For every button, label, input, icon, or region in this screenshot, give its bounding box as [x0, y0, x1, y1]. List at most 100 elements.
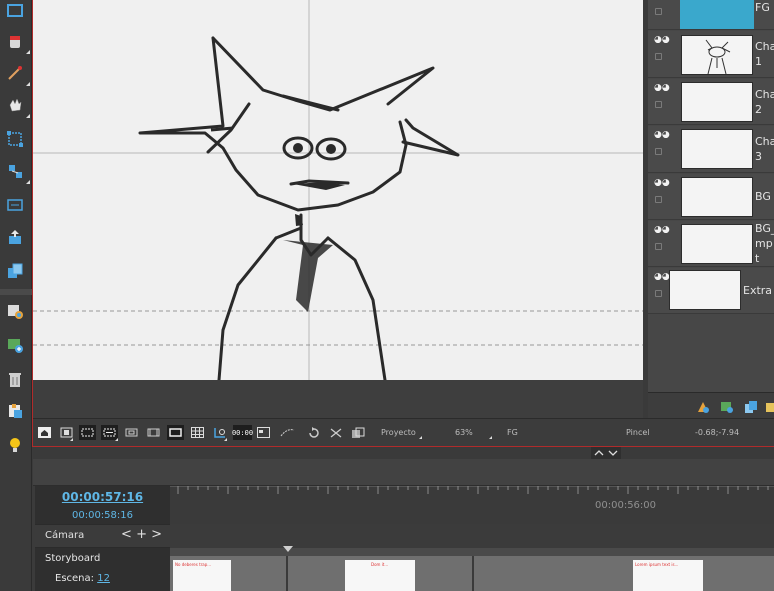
panel-thumbnail[interactable]: Lorem ipsum text is...	[633, 560, 703, 591]
grid-button[interactable]	[189, 425, 206, 440]
lock-icon[interactable]	[655, 290, 662, 297]
layer-thumbnail	[681, 35, 753, 75]
ruler-time-label: 00:00:56:00	[595, 500, 657, 511]
hand-tool-button[interactable]	[4, 94, 30, 118]
collapse-arrows-icon[interactable]	[591, 447, 621, 459]
layer-name: BG	[755, 190, 771, 203]
paint-bucket-icon	[10, 36, 20, 48]
layer-thumbnail	[669, 270, 741, 310]
timeline-header	[33, 447, 774, 459]
light-table-button[interactable]	[349, 425, 366, 440]
layer-thumbnail	[680, 0, 754, 29]
storyboard-track[interactable]: No deberes trap... Dom it... Lorem ipsum…	[170, 524, 774, 591]
layer-row-fg[interactable]: FG	[648, 0, 774, 30]
layer-row-bg-mpt[interactable]: ◕◕ BG_ mp t	[648, 221, 774, 267]
crop-tool-button[interactable]	[4, 194, 26, 216]
copy-tool-button[interactable]	[4, 260, 26, 282]
lock-icon[interactable]	[655, 53, 662, 60]
zoom-dropdown[interactable]: 63%	[455, 428, 473, 437]
trash-icon	[9, 373, 21, 387]
character-thumbnail-icon	[705, 39, 731, 75]
visibility-icon[interactable]: ◕◕	[654, 35, 670, 45]
clip-separator	[286, 556, 288, 591]
export-icon	[9, 230, 21, 244]
layer-thumbnail	[681, 82, 753, 122]
add-panel-button[interactable]	[4, 300, 26, 322]
camera-track[interactable]	[170, 546, 774, 556]
panel-thumbnail[interactable]: Dom it...	[345, 560, 415, 591]
camera-track-header[interactable]: Cámara < + >	[35, 524, 170, 548]
drawing-canvas[interactable]	[33, 0, 643, 380]
frame-icon	[125, 428, 138, 437]
add-image-icon	[8, 339, 23, 353]
layer-row-cha-2[interactable]: ◕◕ Cha 2	[648, 79, 774, 125]
tips-button[interactable]	[4, 434, 26, 456]
harmony-workspace: FG ◕◕ Cha 1 ◕◕ Cha 2 ◕◕ Cha 3 ◕◕ BG ◕◕ B…	[0, 0, 774, 591]
duplicate-layer-button[interactable]	[744, 399, 758, 413]
visibility-icon[interactable]: ◕◕	[654, 130, 670, 140]
timecode-button[interactable]: 00:00	[231, 425, 254, 440]
scope-dropdown[interactable]: Proyecto	[381, 428, 416, 437]
dropper-tool-button[interactable]	[4, 62, 30, 86]
timeline-toolbar	[33, 459, 774, 486]
delete-button[interactable]	[4, 368, 26, 390]
visibility-icon[interactable]: ◕◕	[654, 225, 670, 235]
reset-view-button[interactable]	[305, 425, 322, 440]
onion-skin-button[interactable]	[123, 425, 140, 440]
add-vector-layer-button[interactable]	[696, 399, 710, 413]
character-drawing	[33, 0, 643, 380]
transform-tool-button[interactable]	[4, 128, 26, 150]
layer-row-bg[interactable]: ◕◕ BG	[648, 174, 774, 220]
library-button[interactable]	[4, 400, 26, 422]
scene-label-text: Escena:	[55, 573, 95, 584]
visibility-icon[interactable]: ◕◕	[654, 178, 670, 188]
panel-thumbnail[interactable]: No deberes trap...	[173, 560, 231, 591]
coordinates-readout: -0.68;-7.94	[695, 428, 740, 437]
layer-name: Cha 1	[755, 40, 774, 68]
panel-caption: Lorem ipsum text is...	[635, 562, 679, 567]
current-tool-label: Pincel	[626, 428, 650, 437]
motion-path-button[interactable]	[279, 425, 296, 440]
add-image-button[interactable]	[4, 334, 26, 356]
grid-overlay-button[interactable]	[101, 425, 118, 441]
pegs-tool-button[interactable]	[4, 160, 30, 184]
layer-thumbnail	[681, 224, 753, 264]
visibility-icon[interactable]: ◕◕	[654, 83, 670, 93]
visibility-icon[interactable]: ◕◕	[654, 272, 670, 282]
export-tool-button[interactable]	[4, 226, 26, 248]
transform-icon	[7, 131, 23, 147]
camera-nav-controls[interactable]: < + >	[121, 527, 162, 542]
lock-icon[interactable]	[655, 8, 662, 15]
layer-row-cha-3[interactable]: ◕◕ Cha 3	[648, 126, 774, 173]
chevron-down-icon	[419, 436, 422, 439]
paint-tool-button[interactable]	[4, 30, 30, 54]
camera-mask-icon	[147, 428, 160, 437]
layer-name: Cha 3	[755, 135, 774, 163]
view-toolbar: 00:00 Proyecto 63% FG Pincel -0.68;-7.94	[33, 418, 774, 446]
lock-icon[interactable]	[655, 101, 662, 108]
current-time[interactable]: 00:00:57:16	[35, 490, 170, 504]
dropper-icon	[8, 66, 22, 80]
ruler-button[interactable]	[211, 425, 228, 441]
add-panel-icon	[8, 305, 23, 319]
camera-frame-button[interactable]	[167, 425, 184, 440]
add-bitmap-layer-button[interactable]	[720, 399, 734, 413]
layer-row-cha-1[interactable]: ◕◕ Cha 1	[648, 31, 774, 78]
timeline-ruler[interactable]: 00:00:56:00	[170, 486, 774, 524]
lock-icon[interactable]	[655, 196, 662, 203]
clip-separator	[472, 556, 474, 591]
lock-icon[interactable]	[655, 148, 662, 155]
home-view-button[interactable]	[36, 425, 53, 440]
layer-folder-button[interactable]	[766, 399, 774, 413]
flip-button[interactable]	[327, 425, 344, 440]
scene-number-link[interactable]: 12	[97, 573, 110, 584]
camera-mask-button[interactable]	[145, 425, 162, 440]
layer-row-extra[interactable]: ◕◕ Extra	[648, 268, 774, 314]
thumbnail-button[interactable]	[255, 425, 272, 440]
safe-area-button[interactable]	[79, 425, 96, 440]
lock-icon[interactable]	[655, 243, 662, 250]
select-tool-button[interactable]	[4, 0, 26, 22]
crop-icon	[7, 199, 23, 211]
clock-label: 00:00	[231, 428, 254, 437]
fit-view-button[interactable]	[58, 425, 75, 441]
